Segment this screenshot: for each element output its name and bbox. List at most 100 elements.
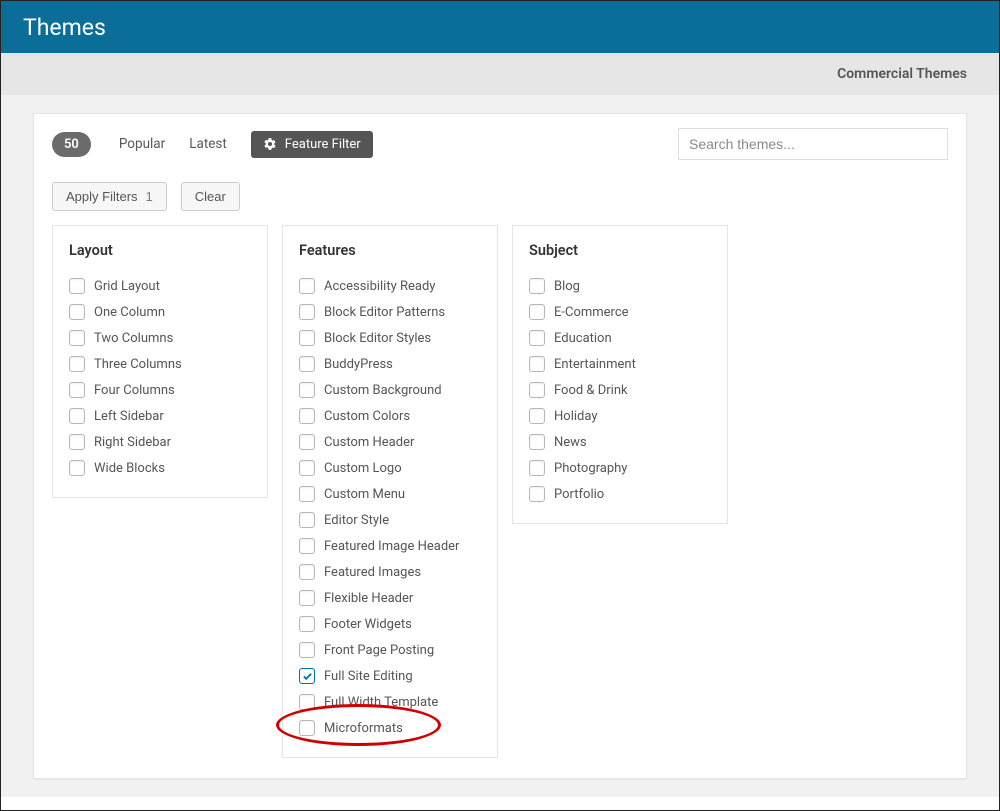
checkbox-icon: [69, 434, 85, 450]
clear-button[interactable]: Clear: [181, 182, 240, 211]
filter-option-right-sidebar[interactable]: Right Sidebar: [69, 429, 251, 455]
filter-option-custom-menu[interactable]: Custom Menu: [299, 481, 481, 507]
checkbox-icon: [69, 356, 85, 372]
filter-option-portfolio[interactable]: Portfolio: [529, 481, 711, 507]
filter-option-photography[interactable]: Photography: [529, 455, 711, 481]
checkbox-icon: [529, 330, 545, 346]
filter-option-label: Accessibility Ready: [324, 279, 435, 294]
filter-option-holiday[interactable]: Holiday: [529, 403, 711, 429]
checkbox-icon: [299, 668, 315, 684]
tab-latest[interactable]: Latest: [189, 136, 227, 152]
checkbox-icon: [529, 460, 545, 476]
filter-option-label: Wide Blocks: [94, 461, 165, 476]
content-area: 50 Popular Latest Feature Filter Apply F…: [1, 95, 999, 797]
checkbox-icon: [529, 382, 545, 398]
filter-option-custom-logo[interactable]: Custom Logo: [299, 455, 481, 481]
checkbox-icon: [299, 356, 315, 372]
filter-option-front-page-posting[interactable]: Front Page Posting: [299, 637, 481, 663]
filter-option-label: One Column: [94, 305, 165, 320]
checkbox-icon: [529, 304, 545, 320]
feature-filter-button[interactable]: Feature Filter: [251, 131, 373, 158]
filter-option-custom-background[interactable]: Custom Background: [299, 377, 481, 403]
checkbox-icon: [69, 382, 85, 398]
checkbox-icon: [69, 330, 85, 346]
filter-option-label: Block Editor Patterns: [324, 305, 445, 320]
checkbox-icon: [69, 304, 85, 320]
checkbox-icon: [299, 564, 315, 580]
filter-option-news[interactable]: News: [529, 429, 711, 455]
filter-option-three-columns[interactable]: Three Columns: [69, 351, 251, 377]
filter-option-buddypress[interactable]: BuddyPress: [299, 351, 481, 377]
checkbox-icon: [299, 382, 315, 398]
filter-option-featured-images[interactable]: Featured Images: [299, 559, 481, 585]
filter-option-two-columns[interactable]: Two Columns: [69, 325, 251, 351]
checkbox-icon: [299, 538, 315, 554]
checkbox-icon: [529, 486, 545, 502]
filter-option-label: Block Editor Styles: [324, 331, 431, 346]
checkbox-icon: [299, 694, 315, 710]
checkbox-icon: [529, 408, 545, 424]
panel-layout-title: Layout: [53, 226, 267, 269]
filter-option-label: Left Sidebar: [94, 409, 164, 424]
filter-option-full-width-template[interactable]: Full Width Template: [299, 689, 481, 715]
checkbox-icon: [299, 590, 315, 606]
filter-option-grid-layout[interactable]: Grid Layout: [69, 273, 251, 299]
filter-option-footer-widgets[interactable]: Footer Widgets: [299, 611, 481, 637]
filter-option-e-commerce[interactable]: E-Commerce: [529, 299, 711, 325]
panel-features-title: Features: [283, 226, 497, 269]
panel-subject: Subject BlogE-CommerceEducationEntertain…: [512, 225, 728, 524]
commercial-themes-link[interactable]: Commercial Themes: [837, 66, 967, 82]
filter-option-one-column[interactable]: One Column: [69, 299, 251, 325]
checkbox-icon: [299, 330, 315, 346]
checkbox-icon: [299, 278, 315, 294]
filter-option-editor-style[interactable]: Editor Style: [299, 507, 481, 533]
filter-option-microformats[interactable]: Microformats: [299, 715, 481, 741]
filter-option-label: Photography: [554, 461, 627, 476]
checkbox-icon: [299, 434, 315, 450]
filter-option-wide-blocks[interactable]: Wide Blocks: [69, 455, 251, 481]
search-input[interactable]: [678, 128, 948, 160]
filter-option-label: Blog: [554, 279, 580, 294]
filter-option-label: Custom Menu: [324, 487, 405, 502]
filter-option-four-columns[interactable]: Four Columns: [69, 377, 251, 403]
checkbox-icon: [299, 408, 315, 424]
filter-option-label: E-Commerce: [554, 305, 629, 320]
filter-option-food-drink[interactable]: Food & Drink: [529, 377, 711, 403]
filter-option-label: Food & Drink: [554, 383, 628, 398]
filter-option-full-site-editing[interactable]: Full Site Editing: [299, 663, 481, 689]
filter-option-label: Front Page Posting: [324, 643, 434, 658]
filter-option-label: Footer Widgets: [324, 617, 412, 632]
filter-option-label: Custom Header: [324, 435, 414, 450]
apply-filters-count: 1: [146, 189, 153, 204]
filter-option-label: Portfolio: [554, 487, 604, 502]
filter-option-entertainment[interactable]: Entertainment: [529, 351, 711, 377]
filter-option-featured-image-header[interactable]: Featured Image Header: [299, 533, 481, 559]
filter-option-custom-colors[interactable]: Custom Colors: [299, 403, 481, 429]
filter-option-label: Custom Logo: [324, 461, 402, 476]
apply-filters-label: Apply Filters: [66, 189, 138, 204]
top-bar: 50 Popular Latest Feature Filter: [48, 128, 952, 164]
filter-option-label: Right Sidebar: [94, 435, 171, 450]
filter-option-label: Three Columns: [94, 357, 182, 372]
filter-option-label: Editor Style: [324, 513, 389, 528]
filter-option-custom-header[interactable]: Custom Header: [299, 429, 481, 455]
filter-option-left-sidebar[interactable]: Left Sidebar: [69, 403, 251, 429]
checkbox-icon: [529, 278, 545, 294]
filter-option-label: Featured Images: [324, 565, 421, 580]
filter-option-label: Custom Background: [324, 383, 442, 398]
filter-option-blog[interactable]: Blog: [529, 273, 711, 299]
filter-option-label: Flexible Header: [324, 591, 413, 606]
filter-option-accessibility-ready[interactable]: Accessibility Ready: [299, 273, 481, 299]
apply-filters-button[interactable]: Apply Filters 1: [52, 182, 167, 211]
tab-popular[interactable]: Popular: [119, 136, 165, 152]
themes-count-pill: 50: [52, 132, 91, 157]
filter-card: 50 Popular Latest Feature Filter Apply F…: [33, 113, 967, 779]
filter-option-block-editor-patterns[interactable]: Block Editor Patterns: [299, 299, 481, 325]
checkbox-icon: [529, 356, 545, 372]
filter-option-block-editor-styles[interactable]: Block Editor Styles: [299, 325, 481, 351]
filter-option-education[interactable]: Education: [529, 325, 711, 351]
filter-option-flexible-header[interactable]: Flexible Header: [299, 585, 481, 611]
feature-filter-label: Feature Filter: [285, 137, 361, 152]
checkbox-icon: [299, 512, 315, 528]
filter-option-label: Full Width Template: [324, 695, 438, 710]
